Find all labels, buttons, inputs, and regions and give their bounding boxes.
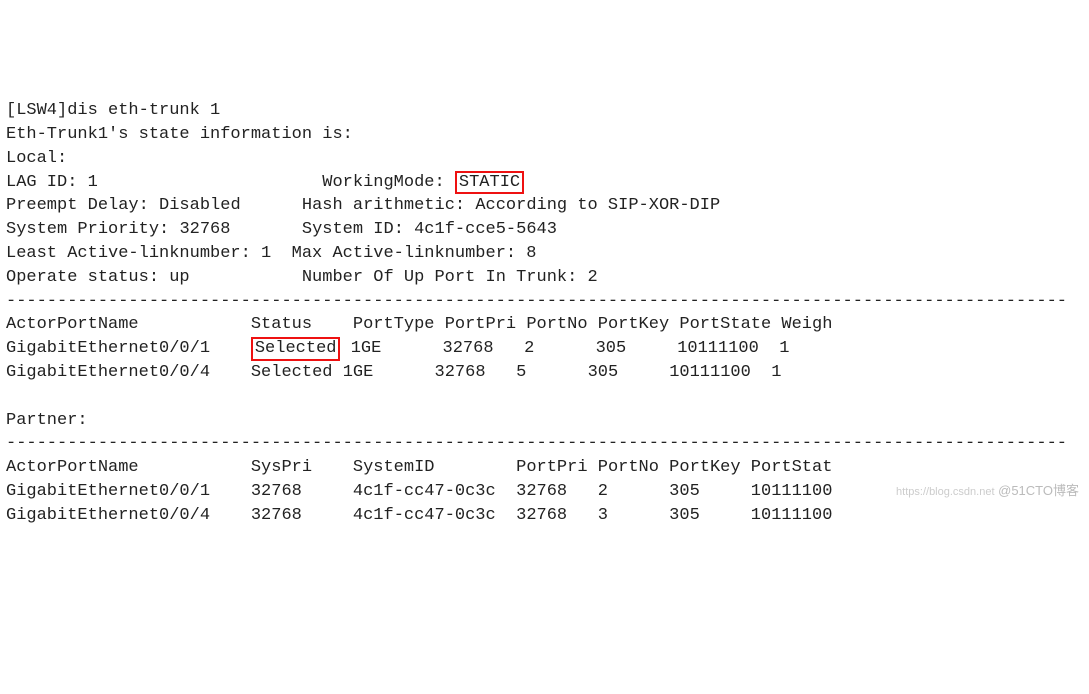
leastactive-label: Least Active-linknumber: [6, 244, 251, 263]
row-status: Selected [251, 337, 341, 361]
watermark-url: https://blog.csdn.net [896, 486, 994, 498]
operstatus-value: up [169, 268, 189, 287]
preempt-value: Disabled [159, 196, 241, 215]
pcol-syspri: SysPri [251, 458, 312, 477]
row-port: GigabitEthernet0/0/1 [6, 339, 210, 358]
row-portkey: 305 [596, 339, 627, 358]
pcol-actorportname: ActorPortName [6, 458, 139, 477]
preempt-label: Preempt Delay: [6, 196, 149, 215]
prow-portpri: 32768 [516, 482, 567, 501]
pcol-portstat: PortStat [751, 458, 833, 477]
pcol-portpri: PortPri [516, 458, 587, 477]
prow-syspri: 32768 [251, 506, 302, 525]
col-status: Status [251, 315, 312, 334]
pcol-systemid: SystemID [353, 458, 435, 477]
col-portstate: PortState [679, 315, 771, 334]
col-portkey: PortKey [598, 315, 669, 334]
row-status: Selected [251, 363, 333, 382]
working-mode-value: STATIC [455, 171, 524, 195]
prow-systemid: 4c1f-cc47-0c3c [353, 482, 496, 501]
watermark: https://blog.csdn.net @51CTO博客 [896, 482, 1079, 500]
row-portno: 5 [516, 363, 526, 382]
numup-label: Number Of Up Port In Trunk: [302, 268, 577, 287]
maxactive-value: 8 [526, 244, 536, 263]
prow-systemid: 4c1f-cc47-0c3c [353, 506, 496, 525]
prow-portno: 2 [598, 482, 608, 501]
prow-portpri: 32768 [516, 506, 567, 525]
prow-portno: 3 [598, 506, 608, 525]
numup-value: 2 [588, 268, 598, 287]
hash-label: Hash arithmetic: [302, 196, 465, 215]
syspri-label: System Priority: [6, 220, 169, 239]
hash-value: According to SIP-XOR-DIP [475, 196, 720, 215]
state-title: Eth-Trunk1's state information is: [6, 125, 353, 144]
prompt: [LSW4] [6, 101, 67, 120]
row-weight: 1 [779, 339, 789, 358]
col-porttype: PortType [353, 315, 435, 334]
col-actorportname: ActorPortName [6, 315, 139, 334]
row-porttype: 1GE [343, 363, 374, 382]
lag-id-label: LAG ID: [6, 173, 77, 192]
divider: ----------------------------------------… [6, 434, 1067, 453]
prow-portstat: 10111100 [751, 506, 833, 525]
prow-portkey: 305 [669, 506, 700, 525]
row-portkey: 305 [588, 363, 619, 382]
row-portpri: 32768 [435, 363, 486, 382]
row-portstate: 10111100 [669, 363, 751, 382]
row-portpri: 32768 [443, 339, 494, 358]
sysid-label: System ID: [302, 220, 404, 239]
col-weight: Weigh [781, 315, 832, 334]
row-weight: 1 [771, 363, 781, 382]
prow-port: GigabitEthernet0/0/4 [6, 506, 210, 525]
row-portno: 2 [524, 339, 534, 358]
pcol-portno: PortNo [598, 458, 659, 477]
prow-portstat: 10111100 [751, 482, 833, 501]
lag-id-value: 1 [88, 173, 98, 192]
row-porttype: 1GE [351, 339, 382, 358]
divider: ----------------------------------------… [6, 292, 1067, 311]
col-portpri: PortPri [445, 315, 516, 334]
partner-label: Partner: [6, 411, 88, 430]
sysid-value: 4c1f-cce5-5643 [414, 220, 557, 239]
command-text: dis eth-trunk 1 [67, 101, 220, 120]
col-portno: PortNo [526, 315, 587, 334]
prow-portkey: 305 [669, 482, 700, 501]
prow-syspri: 32768 [251, 482, 302, 501]
working-mode-label: WorkingMode: [322, 173, 444, 192]
prow-port: GigabitEthernet0/0/1 [6, 482, 210, 501]
terminal-output: [LSW4]dis eth-trunk 1 Eth-Trunk1's state… [6, 99, 1083, 527]
operstatus-label: Operate status: [6, 268, 159, 287]
row-portstate: 10111100 [677, 339, 759, 358]
maxactive-label: Max Active-linknumber: [292, 244, 516, 263]
pcol-portkey: PortKey [669, 458, 740, 477]
row-port: GigabitEthernet0/0/4 [6, 363, 210, 382]
syspri-value: 32768 [179, 220, 230, 239]
local-label: Local: [6, 149, 67, 168]
watermark-text: @51CTO博客 [998, 483, 1079, 498]
leastactive-value: 1 [261, 244, 271, 263]
